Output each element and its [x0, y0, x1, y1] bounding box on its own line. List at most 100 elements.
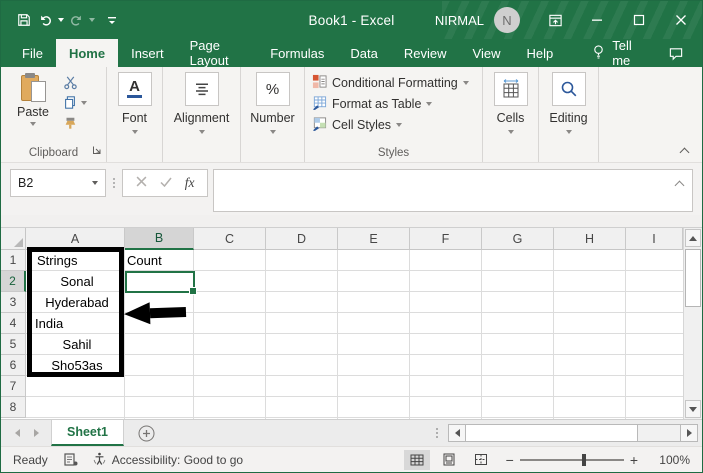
select-all-corner[interactable] — [1, 228, 26, 250]
name-box[interactable]: B2 — [10, 169, 106, 197]
format-as-table-dropdown-icon[interactable] — [426, 101, 433, 106]
horizontal-scroll-thumb[interactable] — [466, 424, 638, 442]
row-header-2[interactable]: 2 — [1, 271, 26, 292]
row-header-4[interactable]: 4 — [1, 313, 26, 334]
alignment-dropdown-icon[interactable] — [198, 130, 205, 134]
clipboard-dialog-launcher-icon[interactable] — [92, 144, 102, 158]
redo-icon[interactable] — [67, 10, 86, 30]
tab-data[interactable]: Data — [337, 39, 390, 67]
zoom-in-button[interactable]: + — [624, 452, 644, 468]
close-button[interactable] — [660, 1, 702, 39]
number-group[interactable]: % Number — [241, 67, 305, 162]
vertical-scroll-thumb[interactable] — [685, 249, 701, 307]
enter-check-icon[interactable] — [160, 174, 172, 192]
editing-group[interactable]: Editing — [539, 67, 599, 162]
tab-help[interactable]: Help — [513, 39, 566, 67]
editing-dropdown-icon[interactable] — [565, 130, 572, 134]
tab-home[interactable]: Home — [55, 39, 119, 67]
tab-view[interactable]: View — [460, 39, 514, 67]
row-header-7[interactable]: 7 — [1, 376, 26, 397]
expand-formula-bar-icon[interactable] — [674, 180, 685, 191]
row-header-1[interactable]: 1 — [1, 250, 26, 271]
user-name[interactable]: NIRMAL — [435, 13, 484, 28]
alignment-group[interactable]: Alignment — [163, 67, 241, 162]
avatar[interactable]: N — [494, 7, 520, 33]
cell-b1[interactable]: Count — [127, 250, 193, 271]
macro-record-icon[interactable] — [64, 453, 78, 466]
insert-function-button[interactable]: fx — [185, 175, 195, 191]
font-dropdown-icon[interactable] — [131, 130, 138, 134]
format-as-table-icon — [312, 95, 327, 113]
normal-view-icon[interactable] — [403, 449, 430, 470]
column-header-h[interactable]: H — [554, 228, 626, 250]
format-as-table-button[interactable]: Format as Table — [312, 93, 433, 114]
vertical-scrollbar[interactable] — [683, 228, 702, 419]
scroll-down-icon[interactable] — [685, 400, 701, 418]
conditional-formatting-button[interactable]: Conditional Formatting — [312, 72, 469, 93]
number-dropdown-icon[interactable] — [269, 130, 276, 134]
undo-dropdown-icon[interactable] — [58, 18, 64, 22]
zoom-out-button[interactable]: − — [500, 452, 520, 468]
format-painter-button[interactable] — [63, 114, 87, 131]
cut-button[interactable] — [63, 74, 87, 91]
new-sheet-button[interactable] — [138, 420, 155, 446]
formula-bar-resizer[interactable] — [106, 169, 122, 197]
name-box-dropdown-icon[interactable] — [92, 181, 98, 185]
next-sheet-icon[interactable] — [34, 429, 39, 437]
customize-quick-access-icon[interactable] — [104, 11, 120, 29]
scroll-left-icon[interactable] — [448, 424, 466, 442]
save-icon[interactable] — [15, 10, 33, 30]
column-header-i[interactable]: I — [626, 228, 683, 250]
cancel-icon[interactable] — [136, 174, 147, 192]
horizontal-scroll-track[interactable] — [638, 424, 680, 442]
tell-me-search[interactable]: Tell me — [580, 38, 650, 68]
row-header-8[interactable]: 8 — [1, 397, 26, 418]
copy-button[interactable] — [63, 94, 87, 111]
cell-styles-button[interactable]: Cell Styles — [312, 114, 403, 135]
grid-area[interactable]: A B C D E F G H I 1 2 3 4 5 6 7 8 String… — [1, 228, 683, 419]
page-layout-view-icon[interactable] — [436, 450, 462, 470]
copy-dropdown-icon[interactable] — [81, 100, 87, 105]
tab-insert[interactable]: Insert — [118, 39, 177, 67]
column-header-b[interactable]: B — [125, 228, 194, 250]
tab-file[interactable]: File — [9, 39, 56, 67]
tabbar-splitter[interactable] — [436, 428, 438, 438]
cells-group[interactable]: Cells — [483, 67, 539, 162]
column-header-d[interactable]: D — [266, 228, 338, 250]
zoom-slider[interactable] — [519, 453, 624, 466]
tab-page-layout[interactable]: Page Layout — [177, 38, 258, 68]
ribbon-display-options-icon[interactable] — [534, 1, 576, 39]
tab-review[interactable]: Review — [391, 39, 460, 67]
accessibility-status[interactable]: Accessibility: Good to go — [92, 451, 243, 469]
sheet-tab-sheet1[interactable]: Sheet1 — [51, 420, 124, 446]
paste-dropdown-icon[interactable] — [30, 122, 36, 126]
cell-styles-dropdown-icon[interactable] — [396, 122, 403, 127]
scroll-right-icon[interactable] — [680, 424, 698, 442]
maximize-button[interactable] — [618, 1, 660, 39]
column-header-c[interactable]: C — [194, 228, 266, 250]
redo-dropdown-icon[interactable] — [89, 18, 95, 22]
conditional-formatting-dropdown-icon[interactable] — [462, 80, 469, 85]
font-group[interactable]: A Font — [107, 67, 163, 162]
minimize-button[interactable] — [576, 1, 618, 39]
feedback-icon[interactable] — [650, 39, 702, 67]
row-header-5[interactable]: 5 — [1, 334, 26, 355]
selected-cell-b2[interactable] — [125, 271, 197, 295]
column-header-f[interactable]: F — [410, 228, 482, 250]
undo-icon[interactable] — [36, 10, 55, 30]
cells-dropdown-icon[interactable] — [507, 130, 514, 134]
formula-input[interactable] — [213, 169, 693, 212]
collapse-ribbon-icon[interactable] — [679, 145, 690, 158]
paste-button[interactable]: Paste — [11, 72, 55, 126]
row-header-3[interactable]: 3 — [1, 292, 26, 313]
page-break-preview-icon[interactable] — [468, 450, 494, 470]
tab-formulas[interactable]: Formulas — [257, 39, 337, 67]
scroll-up-icon[interactable] — [685, 229, 701, 247]
previous-sheet-icon[interactable] — [15, 429, 20, 437]
column-header-e[interactable]: E — [338, 228, 410, 250]
column-header-g[interactable]: G — [482, 228, 554, 250]
row-header-6[interactable]: 6 — [1, 355, 26, 376]
horizontal-scrollbar[interactable] — [436, 423, 698, 443]
zoom-slider-handle[interactable] — [582, 453, 587, 466]
zoom-level[interactable]: 100% — [648, 453, 690, 467]
